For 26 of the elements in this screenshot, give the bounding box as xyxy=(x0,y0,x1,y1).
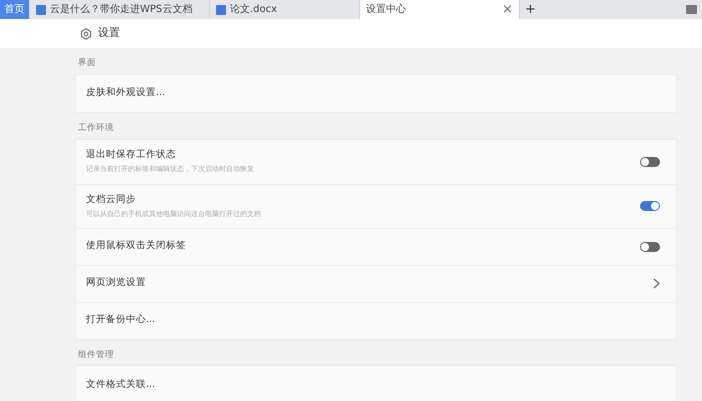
setting-title[interactable]: 网页浏览设置 xyxy=(86,276,146,291)
setting-title: 退出时保存工作状态 xyxy=(86,148,177,162)
tab[interactable]: 设置中心 × xyxy=(360,0,520,19)
window-icon xyxy=(686,5,697,14)
section-label: 组件管理 xyxy=(77,348,115,362)
tab-label: 设置中心 xyxy=(366,2,406,17)
toggle-switch[interactable] xyxy=(640,242,660,252)
toggle-switch[interactable] xyxy=(640,201,660,211)
section-label: 工作环境 xyxy=(77,122,115,135)
tab-label: 云是什么？带你走进WPS云文档 xyxy=(50,2,192,17)
setting-title: 使用鼠标双击关闭标签 xyxy=(86,239,186,254)
section-label: 界面 xyxy=(77,57,97,70)
setting-title[interactable]: 打开备份中心... xyxy=(86,313,156,328)
setting-title[interactable]: 皮肤和外观设置... xyxy=(86,86,166,100)
document-icon xyxy=(216,4,226,14)
document-icon xyxy=(36,4,46,14)
toggle-switch[interactable] xyxy=(640,156,660,166)
new-tab-button[interactable]: + xyxy=(520,0,541,19)
tab-label: 论文.docx xyxy=(230,2,278,17)
settings-icon xyxy=(80,28,92,40)
setting-title: 文档云同步 xyxy=(86,192,137,207)
setting-title[interactable]: 文件格式关联... xyxy=(86,378,156,392)
chevron-right-icon xyxy=(653,278,660,289)
page-title: 设置 xyxy=(98,25,120,42)
tab[interactable]: 首页 xyxy=(0,0,30,19)
close-button[interactable]: × xyxy=(502,0,513,20)
